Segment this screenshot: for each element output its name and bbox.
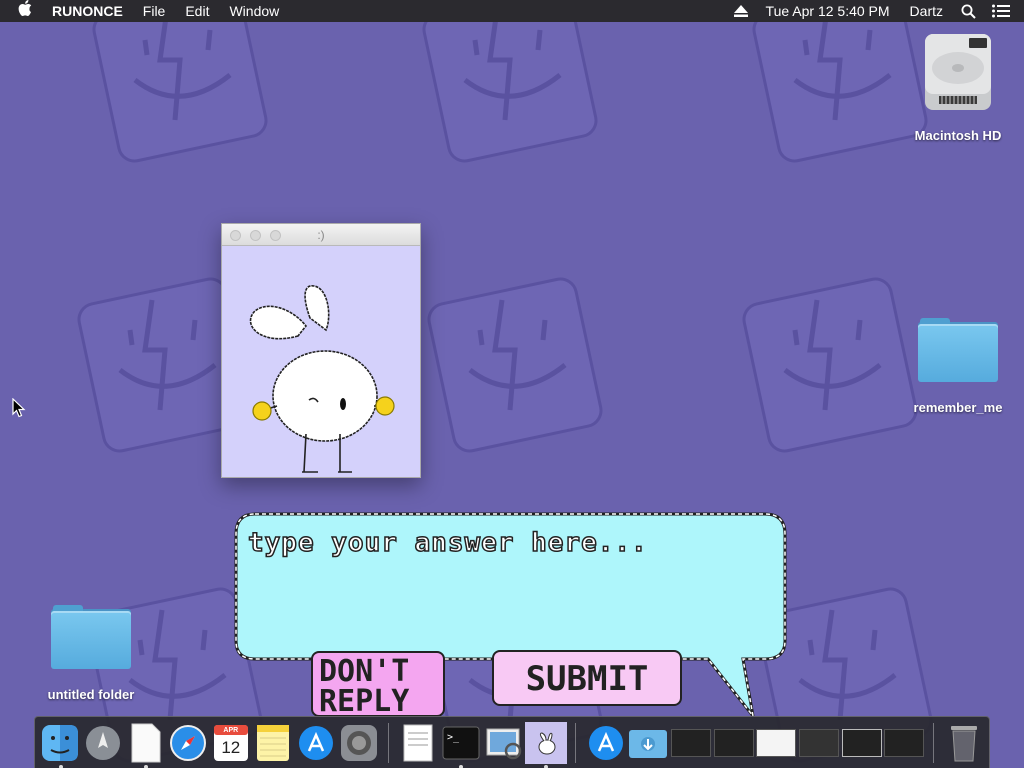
menu-window[interactable]: Window — [219, 0, 289, 22]
dock: APR 12 >_ — [34, 716, 990, 768]
calendar-day: 12 — [221, 737, 241, 757]
app-store-icon[interactable] — [585, 722, 627, 764]
downloads-folder-icon[interactable] — [628, 722, 670, 764]
menu-edit[interactable]: Edit — [175, 0, 219, 22]
bunny-window[interactable]: :) — [221, 223, 421, 478]
preview-icon[interactable] — [483, 722, 525, 764]
finder-icon[interactable] — [40, 722, 82, 768]
launchpad-icon[interactable] — [82, 722, 124, 764]
app-store-icon[interactable] — [295, 722, 337, 764]
window-minimize-button[interactable] — [250, 230, 261, 241]
bunny-illustration — [249, 285, 395, 473]
trash-icon[interactable] — [943, 722, 985, 764]
window-thumbnail[interactable] — [883, 722, 925, 764]
menu-user[interactable]: Dartz — [900, 0, 953, 22]
desktop-icon-label: Macintosh HD — [914, 128, 1002, 143]
textedit-doc-icon[interactable] — [125, 722, 167, 768]
dont-reply-label: DON'T REPLY — [319, 654, 410, 717]
answer-input[interactable]: type your answer here... — [247, 527, 648, 559]
menu-file[interactable]: File — [133, 0, 176, 22]
folder-icon — [918, 318, 998, 382]
folder-icon — [51, 605, 131, 669]
menu-app-name[interactable]: RUNONCE — [42, 0, 133, 22]
mouse-cursor-icon — [12, 398, 26, 418]
system-preferences-icon[interactable] — [338, 722, 380, 764]
runonce-bunny-icon[interactable] — [525, 721, 567, 768]
window-close-button[interactable] — [230, 230, 241, 241]
svg-text:>_: >_ — [447, 732, 460, 743]
window-zoom-button[interactable] — [270, 230, 281, 241]
eject-icon[interactable] — [726, 0, 756, 22]
desktop-icon-label: untitled folder — [47, 687, 135, 702]
dock-separator — [933, 722, 935, 763]
safari-icon[interactable] — [167, 722, 209, 764]
menu-clock[interactable]: Tue Apr 12 5:40 PM — [756, 0, 900, 22]
spotlight-search-icon[interactable] — [953, 0, 984, 22]
submit-label: SUBMIT — [525, 659, 649, 699]
terminal-icon[interactable]: >_ — [440, 722, 482, 768]
notification-center-icon[interactable] — [984, 0, 1024, 22]
window-thumbnail[interactable] — [841, 722, 883, 764]
dont-reply-button[interactable]: DON'T REPLY — [311, 651, 445, 717]
window-title: :) — [317, 228, 325, 242]
hard-drive-icon — [921, 32, 995, 112]
desktop-icon-label: remember_me — [913, 400, 1003, 415]
desktop-icon-macintosh-hd[interactable]: Macintosh HD — [903, 32, 1013, 143]
calendar-month: APR — [223, 726, 239, 734]
apple-menu-icon[interactable] — [0, 0, 42, 23]
menu-bar: RUNONCE File Edit Window Tue Apr 12 5:40… — [0, 0, 1024, 22]
window-titlebar[interactable]: :) — [222, 224, 420, 246]
calendar-icon[interactable]: APR 12 — [210, 722, 252, 764]
notes-icon[interactable] — [253, 722, 295, 764]
dock-separator — [388, 722, 389, 763]
submit-button[interactable]: SUBMIT — [492, 650, 682, 706]
window-thumbnail[interactable] — [713, 722, 755, 764]
desktop-icon-untitled-folder[interactable]: untitled folder — [36, 605, 146, 702]
desktop-icon-remember-me[interactable]: remember_me — [903, 318, 1013, 415]
window-thumbnail[interactable] — [755, 722, 797, 764]
textedit-icon[interactable] — [397, 722, 439, 764]
dock-separator — [575, 722, 577, 763]
window-thumbnail[interactable] — [798, 722, 840, 764]
window-thumbnail[interactable] — [670, 722, 712, 764]
